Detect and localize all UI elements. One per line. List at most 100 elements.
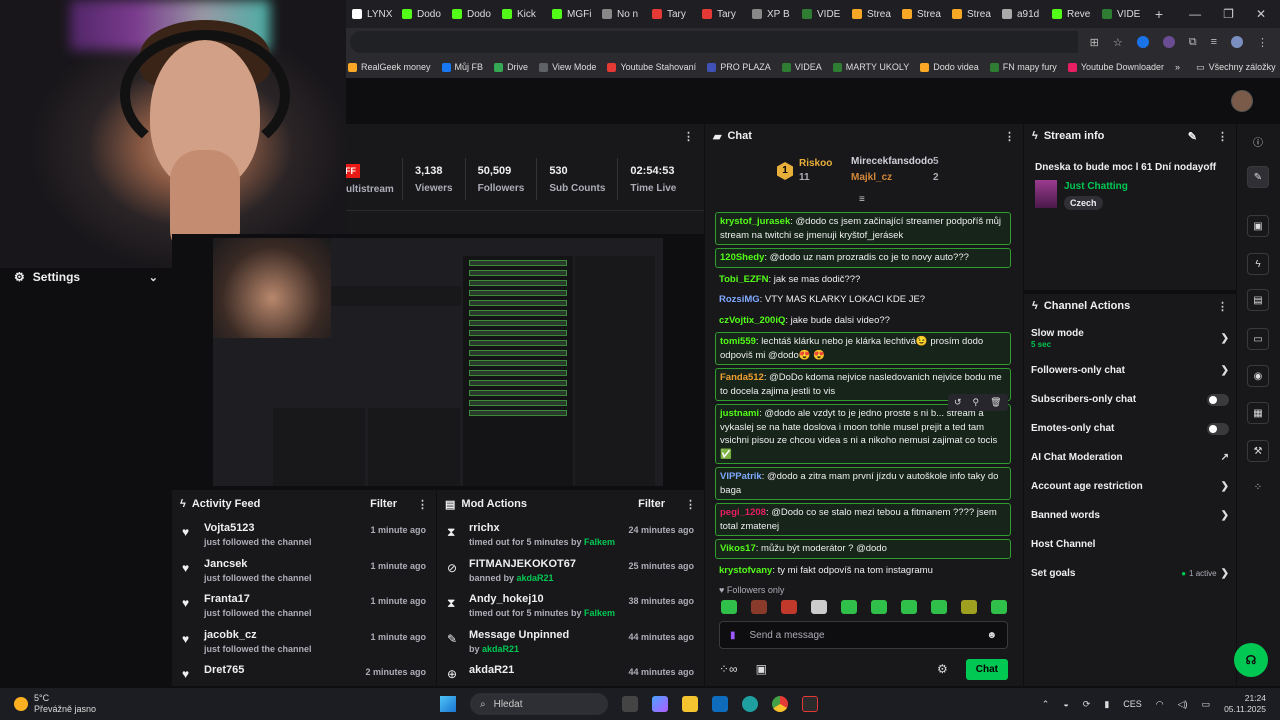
emote-icon[interactable] <box>901 600 917 614</box>
pin-icon[interactable]: ⚲ <box>973 397 980 408</box>
broadcast-icon[interactable]: ◉ <box>1247 365 1269 387</box>
chat-message[interactable]: Tobi_EZFN: jak se mas dodič??? <box>715 271 1011 289</box>
document-icon[interactable]: ▤ <box>1247 289 1269 311</box>
more-options-icon[interactable]: ⋮ <box>1217 300 1228 313</box>
chat-username[interactable]: Fanda512 <box>720 372 764 383</box>
bookmark-item[interactable]: RealGeek money <box>348 62 431 72</box>
windows-start-icon[interactable] <box>440 696 456 712</box>
more-options-icon[interactable]: ⋮ <box>417 498 428 511</box>
browser-tab[interactable]: Tary <box>646 0 696 28</box>
bookmark-item[interactable]: Youtube Downloader <box>1067 62 1164 72</box>
more-options-icon[interactable]: ⋮ <box>1004 130 1015 143</box>
chat-message[interactable]: 120Shedy: @dodo uz nam prozradis co je t… <box>715 248 1011 268</box>
emote-icon[interactable] <box>991 600 1007 614</box>
chat-username[interactable]: VIPPatrik <box>720 471 762 482</box>
moderator-name[interactable]: Falkem <box>584 608 615 618</box>
item-name[interactable]: Message Unpinned <box>469 629 628 641</box>
filter-button[interactable]: Filter <box>370 498 397 510</box>
browser-tab[interactable]: Dodo <box>446 0 496 28</box>
reply-icon[interactable]: ↺ <box>954 397 962 408</box>
item-name[interactable]: akdaR21 <box>469 664 628 676</box>
obs-icon[interactable] <box>802 696 818 712</box>
trash-icon[interactable]: 🗑 <box>990 397 1001 408</box>
list-item[interactable]: ♥ Franta17 just followed the channel 1 minu… <box>172 589 436 625</box>
chat-message[interactable]: krystofvany: ty mi fakt odpovíš na tom i… <box>715 562 1011 580</box>
mic-icon[interactable]: ▮ <box>730 630 736 641</box>
moderator-name[interactable]: Falkem <box>584 537 615 547</box>
emote-icon[interactable] <box>781 600 797 614</box>
chat-icon[interactable]: ▭ <box>1247 328 1269 350</box>
chat-message[interactable]: pegi_1208: @Dodo co se stalo mezi tebou … <box>715 503 1011 536</box>
channel-action-item[interactable]: Banned words ❯ <box>1024 501 1236 530</box>
chat-username[interactable]: krystof_jurasek <box>720 216 790 227</box>
chat-username[interactable]: czVojtix_200iQ <box>719 315 785 326</box>
sync-icon[interactable]: ⟳ <box>1083 699 1091 710</box>
item-name[interactable]: Jancsek <box>204 558 370 570</box>
leader-name[interactable]: Riskoo <box>799 158 832 169</box>
edge-icon[interactable] <box>742 696 758 712</box>
network-icon[interactable]: ◒ <box>1063 699 1068 709</box>
chrome-icon[interactable] <box>772 696 788 712</box>
moderator-name[interactable]: akdaR21 <box>482 644 519 654</box>
bookmark-item[interactable]: FN mapy fury <box>989 62 1057 72</box>
list-item[interactable]: ⊕ akdaR21 44 minutes ago <box>437 660 704 686</box>
list-item[interactable]: ⊘ FITMANJEKOKOT67 banned by akdaR21 25 minu… <box>437 554 704 590</box>
chat-message[interactable]: krystof_jurasek: @dodo cs jsem začinajíc… <box>715 212 1011 245</box>
browser-tab[interactable]: LYNX <box>346 0 396 28</box>
language-indicator[interactable]: CES <box>1123 699 1142 709</box>
bookmark-item[interactable]: Můj FB <box>441 62 483 72</box>
channel-action-item[interactable]: Set goals 1 active❯ <box>1024 559 1236 588</box>
weather-widget[interactable]: 5°C Převážně jasno <box>0 693 440 715</box>
item-name[interactable]: FITMANJEKOKOT67 <box>469 558 628 570</box>
minimize-icon[interactable]: — <box>1189 7 1201 21</box>
list-item[interactable]: ♥ jacobk_cz just followed the channel 1 min… <box>172 625 436 661</box>
item-name[interactable]: Andy_hokej10 <box>469 593 628 605</box>
chat-input[interactable]: ▮ Send a message ☻ <box>719 621 1008 649</box>
channel-action-item[interactable]: Host Channel <box>1024 530 1236 559</box>
info-icon[interactable]: ⓘ <box>1247 130 1269 152</box>
copilot-icon[interactable] <box>652 696 668 712</box>
browser-tab[interactable]: Dodo <box>396 0 446 28</box>
chevron-up-icon[interactable]: ⌃ <box>1042 699 1050 710</box>
wrench-icon[interactable]: ⚒ <box>1247 440 1269 462</box>
settings-toggle[interactable]: ⚙ Settings ⌄ <box>0 269 172 285</box>
emote-icon[interactable] <box>841 600 857 614</box>
bookmark-item[interactable]: VIDEA <box>781 62 822 72</box>
bookmark-item[interactable]: View Mode <box>539 62 596 72</box>
all-bookmarks-button[interactable]: ▭ Všechny záložky <box>1196 62 1276 73</box>
category-link[interactable]: Just Chatting <box>1064 181 1128 192</box>
channel-action-item[interactable]: Account age restriction ❯ <box>1024 472 1236 501</box>
chat-username[interactable]: Tobi_EZFN <box>719 274 768 285</box>
media-icon[interactable]: ≡ <box>1211 36 1217 49</box>
gear-icon[interactable]: ⚙ <box>937 662 948 676</box>
extension-icon[interactable] <box>1136 35 1149 48</box>
browser-tab[interactable]: MGFi <box>546 0 596 28</box>
file-explorer-icon[interactable] <box>682 696 698 712</box>
browser-tab[interactable]: Tary <box>696 0 746 28</box>
puzzle-icon[interactable]: ⧉ <box>1189 36 1197 49</box>
bookmark-item[interactable]: Dodo videa <box>920 62 979 72</box>
browser-tab[interactable]: Strea <box>896 0 946 28</box>
gift-icon[interactable]: ▣ <box>756 662 767 676</box>
url-input[interactable] <box>350 31 1078 53</box>
extension-icon[interactable] <box>1162 35 1175 48</box>
chat-message[interactable]: tomi559: lechtáš klárku nebo je klárka l… <box>715 332 1011 365</box>
bookmark-item[interactable]: MARTY UKOLY <box>832 62 909 72</box>
toggle-switch[interactable] <box>1207 393 1229 406</box>
star-icon[interactable]: ☆ <box>1113 36 1123 49</box>
emote-icon[interactable] <box>931 600 947 614</box>
bookmark-item[interactable]: PRO PLAZA <box>707 62 771 72</box>
channel-action-item[interactable]: Followers-only chat ❯ <box>1024 356 1236 385</box>
more-options-icon[interactable]: ⋮ <box>685 498 696 511</box>
channel-action-item[interactable]: Emotes-only chat <box>1024 414 1236 443</box>
browser-tab[interactable]: a91d <box>996 0 1046 28</box>
profile-icon[interactable] <box>1231 35 1243 48</box>
avatar[interactable] <box>1231 90 1253 112</box>
chat-username[interactable]: Vikos17 <box>720 543 756 554</box>
browser-tab[interactable]: XP B <box>746 0 796 28</box>
list-item[interactable]: ⧗ rrichx timed out for 5 minutes by Falkem… <box>437 518 704 554</box>
channel-action-item[interactable]: Subscribers-only chat <box>1024 385 1236 414</box>
list-item[interactable]: ✎ Message Unpinned by akdaR21 44 minutes ag… <box>437 625 704 661</box>
maximize-icon[interactable]: ❐ <box>1223 7 1234 21</box>
channel-action-item[interactable]: AI Chat Moderation ↗ <box>1024 443 1236 472</box>
